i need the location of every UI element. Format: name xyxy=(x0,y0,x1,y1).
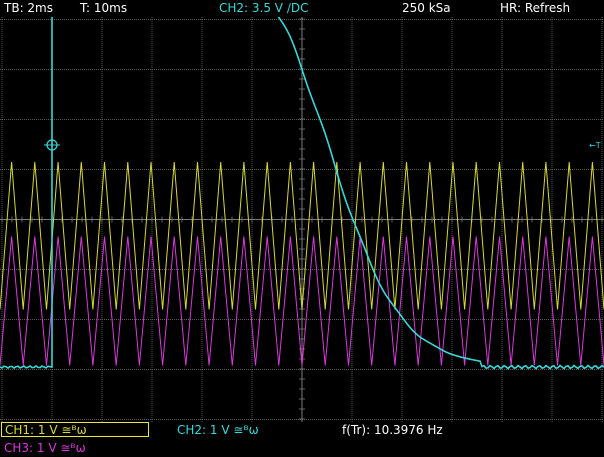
timebase-readout[interactable]: TB: 2ms xyxy=(4,0,53,16)
ch1-label: CH1: 1 V ≅ᴮω xyxy=(5,423,87,437)
scope-display[interactable]: ←T xyxy=(0,17,604,422)
trigger-time-readout[interactable]: T: 10ms xyxy=(80,0,127,16)
trigger-level-marker[interactable]: ←T xyxy=(589,141,601,150)
channel-bar-2: CH3: 1 V ≅ᴮω xyxy=(0,440,604,457)
status-bar: TB: 2ms T: 10ms CH2: 3.5 V ∕DC 250 kSa H… xyxy=(0,0,604,17)
sample-rate-readout[interactable]: 250 kSa xyxy=(402,0,451,16)
channel-bar: CH1: 1 V ≅ᴮω CH2: 1 V ≅ᴮω f(Tr): 10.3976… xyxy=(0,422,604,439)
ch1-readout[interactable]: CH1: 1 V ≅ᴮω xyxy=(1,422,149,437)
ch3-readout[interactable]: CH3: 1 V ≅ᴮω xyxy=(4,440,86,456)
hr-mode-readout[interactable]: HR: Refresh xyxy=(500,0,570,16)
frequency-measurement[interactable]: f(Tr): 10.3976 Hz xyxy=(342,422,443,438)
ch2-readout[interactable]: CH2: 1 V ≅ᴮω xyxy=(177,422,259,438)
trigger-position-marker[interactable] xyxy=(44,75,60,153)
trigger-readout[interactable]: CH2: 3.5 V ∕DC xyxy=(219,0,308,16)
